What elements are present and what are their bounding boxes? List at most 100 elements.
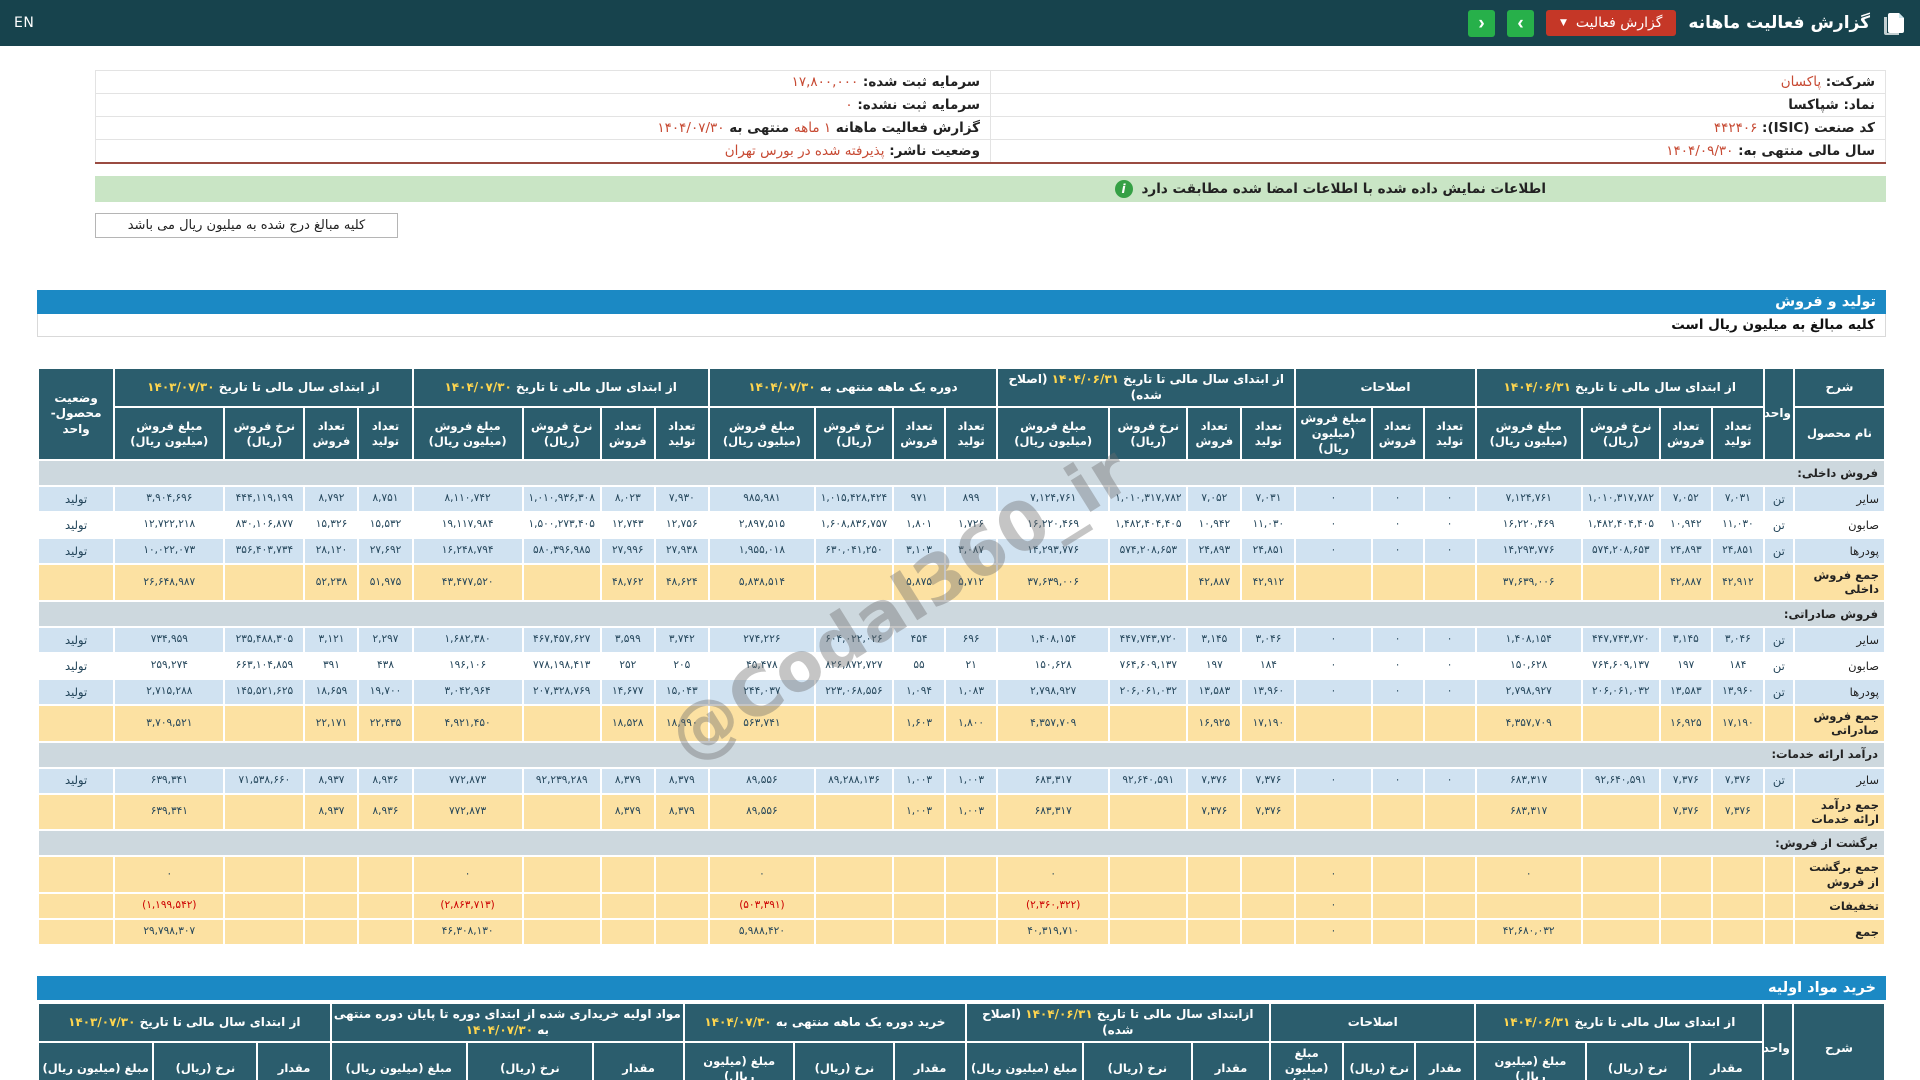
table-cell xyxy=(1582,857,1659,892)
table-cell: ۲۸,۱۲۰ xyxy=(305,539,358,563)
data-row: پودرها تن ۱۳,۹۶۰ ۱۳,۵۸۳ ۲۰۶,۰۶۱,۰۳۲ ۲,۷۹۸,۹۲۷… xyxy=(39,679,1884,704)
header-cell: مبلغ فروش (میلیون ریال) xyxy=(998,408,1109,459)
header-cell: نرخ (ریال) xyxy=(467,1043,592,1080)
table-cell xyxy=(1296,705,1371,741)
table-cell: جمع فروش صادراتی xyxy=(1794,705,1884,741)
table-cell: ۰ xyxy=(1296,920,1371,944)
table-cell: ۱,۰۰۳ xyxy=(946,768,997,793)
table-cell: ۴۸,۶۲۴ xyxy=(655,565,708,600)
table-cell: ۱۰,۹۴۲ xyxy=(1660,513,1711,537)
language-toggle[interactable]: EN xyxy=(14,15,34,31)
header-cell: تعداد تولید xyxy=(1712,408,1763,459)
table-cell: ۴۲,۸۸۷ xyxy=(1660,565,1711,600)
table-cell: ۰ xyxy=(998,857,1109,892)
table-cell: ۳,۱۴۵ xyxy=(1660,627,1711,652)
table-cell: ۳,۹۰۴,۶۹۶ xyxy=(115,487,224,511)
company-info-cell: گزارش فعالیت ماهانه ۱ ماهه منتهی به ۱۴۰۴… xyxy=(95,116,991,140)
table-cell xyxy=(1660,857,1711,892)
table-cell: ۰ xyxy=(1372,539,1423,563)
header-cell: مبلغ (میلیون ریال) xyxy=(331,1043,466,1080)
table-cell: ۸,۰۲۳ xyxy=(601,487,654,511)
table-cell: ۹۲,۶۴۰,۵۹۱ xyxy=(1582,768,1659,793)
table-cell: ۱,۰۱۵,۴۲۸,۴۲۴ xyxy=(815,487,893,511)
table-cell xyxy=(1372,565,1423,600)
table-cell xyxy=(1764,794,1793,830)
table-cell: ۲,۷۹۸,۹۲۷ xyxy=(1476,679,1581,704)
table-cell: ۴۸,۷۶۲ xyxy=(601,565,654,600)
header-cell: مبلغ فروش (میلیون ریال) xyxy=(413,408,522,459)
table-cell: تن xyxy=(1764,513,1793,537)
table-cell: ۷,۳۷۶ xyxy=(1242,768,1295,793)
table-cell: ۱۱,۰۳۰ xyxy=(1242,513,1295,537)
table-cell: ۲۴,۸۵۱ xyxy=(1242,539,1295,563)
header-cell: از ابتدای سال مالی تا تاریخ ۱۴۰۴/۰۶/۳۱ xyxy=(1476,369,1763,407)
table-cell: ۲۷۴,۲۲۶ xyxy=(709,627,814,652)
table-cell xyxy=(655,894,708,918)
info-value[interactable]: شپاکسا xyxy=(1788,97,1839,113)
table-cell: ۰ xyxy=(1296,894,1371,918)
table-cell xyxy=(1372,920,1423,944)
table-cell: ۱,۴۸۲,۴۰۴,۴۰۵ xyxy=(1110,513,1187,537)
table-cell: پودرها xyxy=(1794,539,1884,563)
table-cell: ۰ xyxy=(1372,513,1423,537)
table-cell: ۳,۰۴۶ xyxy=(1242,627,1295,652)
table-cell: ۱۴۵,۵۲۱,۶۲۵ xyxy=(225,679,304,704)
production-sales-table: شرح واحد از ابتدای سال مالی تا تاریخ ۱۴۰۴/… xyxy=(37,367,1886,946)
report-type-dropdown[interactable]: گزارش فعالیت ▼ xyxy=(1545,10,1677,36)
company-info-body: شرکت: پاکسان سرمایه ثبت شده: ۱۷,۸۰۰,۰۰۰ نم… xyxy=(95,70,1886,164)
table-cell: ۰ xyxy=(1372,768,1423,793)
info-label: سال مالی منتهی به: xyxy=(1733,143,1875,159)
table-cell: ۱,۴۰۸,۱۵۴ xyxy=(1476,627,1581,652)
table-cell: ۲۲,۱۷۱ xyxy=(305,705,358,741)
company-info-cell: سرمایه ثبت شده: ۱۷,۸۰۰,۰۰۰ xyxy=(95,70,991,94)
section-row: برگشت از فروش: xyxy=(39,831,1884,856)
table-cell xyxy=(359,857,412,892)
table-cell: ۷,۳۷۶ xyxy=(1660,768,1711,793)
table-cell xyxy=(225,705,304,741)
table-cell xyxy=(523,565,600,600)
table-cell: تن xyxy=(1764,627,1793,652)
total-row: جمع ۴۲,۶۸۰,۰۳۲ ۰ ۴۰,۳۱۹,۷۱۰ ۵,۹۸۸,۴۲۰ ۴۶,۳۰۸,… xyxy=(39,920,1884,944)
table-cell: ۴,۳۵۷,۷۰۹ xyxy=(998,705,1109,741)
data-row: سایر تن ۷,۳۷۶ ۷,۳۷۶ ۹۲,۶۴۰,۵۹۱ ۶۸۳,۳۱۷ ۰ ۰ ۰ ۷,۳۷… xyxy=(39,768,1884,793)
table-cell xyxy=(1242,920,1295,944)
info-value: ۱۷,۸۰۰,۰۰۰ xyxy=(791,74,859,90)
table-cell: ۳,۰۴۲,۹۶۴ xyxy=(413,679,522,704)
header-cell: تعداد فروش xyxy=(1660,408,1711,459)
header-cell: نرخ (ریال) xyxy=(1586,1043,1689,1080)
table-cell: ۱۸,۹۹۰ xyxy=(655,705,708,741)
info-label: نماد: xyxy=(1838,97,1875,113)
header-cell: مبلغ (میلیون ریال) xyxy=(966,1043,1082,1080)
table-cell: ۴۵,۴۷۸ xyxy=(709,653,814,678)
header-cell: اصلاحات xyxy=(1271,1004,1475,1042)
previous-report-button[interactable]: ‹ xyxy=(1467,9,1495,37)
next-report-button[interactable]: › xyxy=(1506,9,1534,37)
info-label: سرمایه ثبت نشده: xyxy=(852,97,980,113)
table-cell: ۸,۳۷۹ xyxy=(655,794,708,830)
table-cell: ۵,۸۳۸,۵۱۴ xyxy=(709,565,814,600)
table-cell: ۴۶۷,۴۵۷,۶۲۷ xyxy=(523,627,600,652)
table-cell: ۱,۰۰۳ xyxy=(894,794,945,830)
company-info-table: شرکت: پاکسان سرمایه ثبت شده: ۱۷,۸۰۰,۰۰۰ نم… xyxy=(95,70,1886,164)
table-cell xyxy=(815,794,893,830)
header-cell: تعداد تولید xyxy=(1424,408,1475,459)
header-cell: خرید دوره یک ماهه منتهی به ۱۴۰۴/۰۷/۳۰ xyxy=(685,1004,965,1042)
table-cell: ۸,۹۳۶ xyxy=(359,794,412,830)
info-value[interactable]: پاکسان xyxy=(1781,74,1821,90)
data-row: پودرها تن ۲۴,۸۵۱ ۲۴,۸۹۳ ۵۷۴,۲۰۸,۶۵۳ ۱۴,۲۹۳,۷۷… xyxy=(39,539,1884,563)
table-cell: ۲۲۳,۰۶۸,۵۵۶ xyxy=(815,679,893,704)
table-cell xyxy=(601,894,654,918)
table-cell: ۱۸,۵۲۸ xyxy=(601,705,654,741)
table-cell: ۳,۱۲۱ xyxy=(305,627,358,652)
header-cell: تعداد فروش xyxy=(601,408,654,459)
table-cell xyxy=(894,920,945,944)
table-cell: ۸۳۰,۱۰۶,۸۷۷ xyxy=(225,513,304,537)
table-cell: ۴,۳۵۷,۷۰۹ xyxy=(1476,705,1581,741)
table-cell: ۱۸,۶۵۹ xyxy=(305,679,358,704)
table-cell: درآمد ارائه خدمات: xyxy=(39,742,1884,767)
table-cell: جمع فروش داخلی xyxy=(1794,565,1884,600)
table-cell: ۰ xyxy=(1424,653,1475,678)
table-cell xyxy=(1476,894,1581,918)
header-cell: وضعیت محصول-واحد xyxy=(39,369,114,459)
data-row: صابون تن ۱۸۴ ۱۹۷ ۷۶۴,۶۰۹,۱۳۷ ۱۵۰,۶۲۸ ۰ ۰ ۰ ۱۸۴ ۱۹۷… xyxy=(39,653,1884,678)
